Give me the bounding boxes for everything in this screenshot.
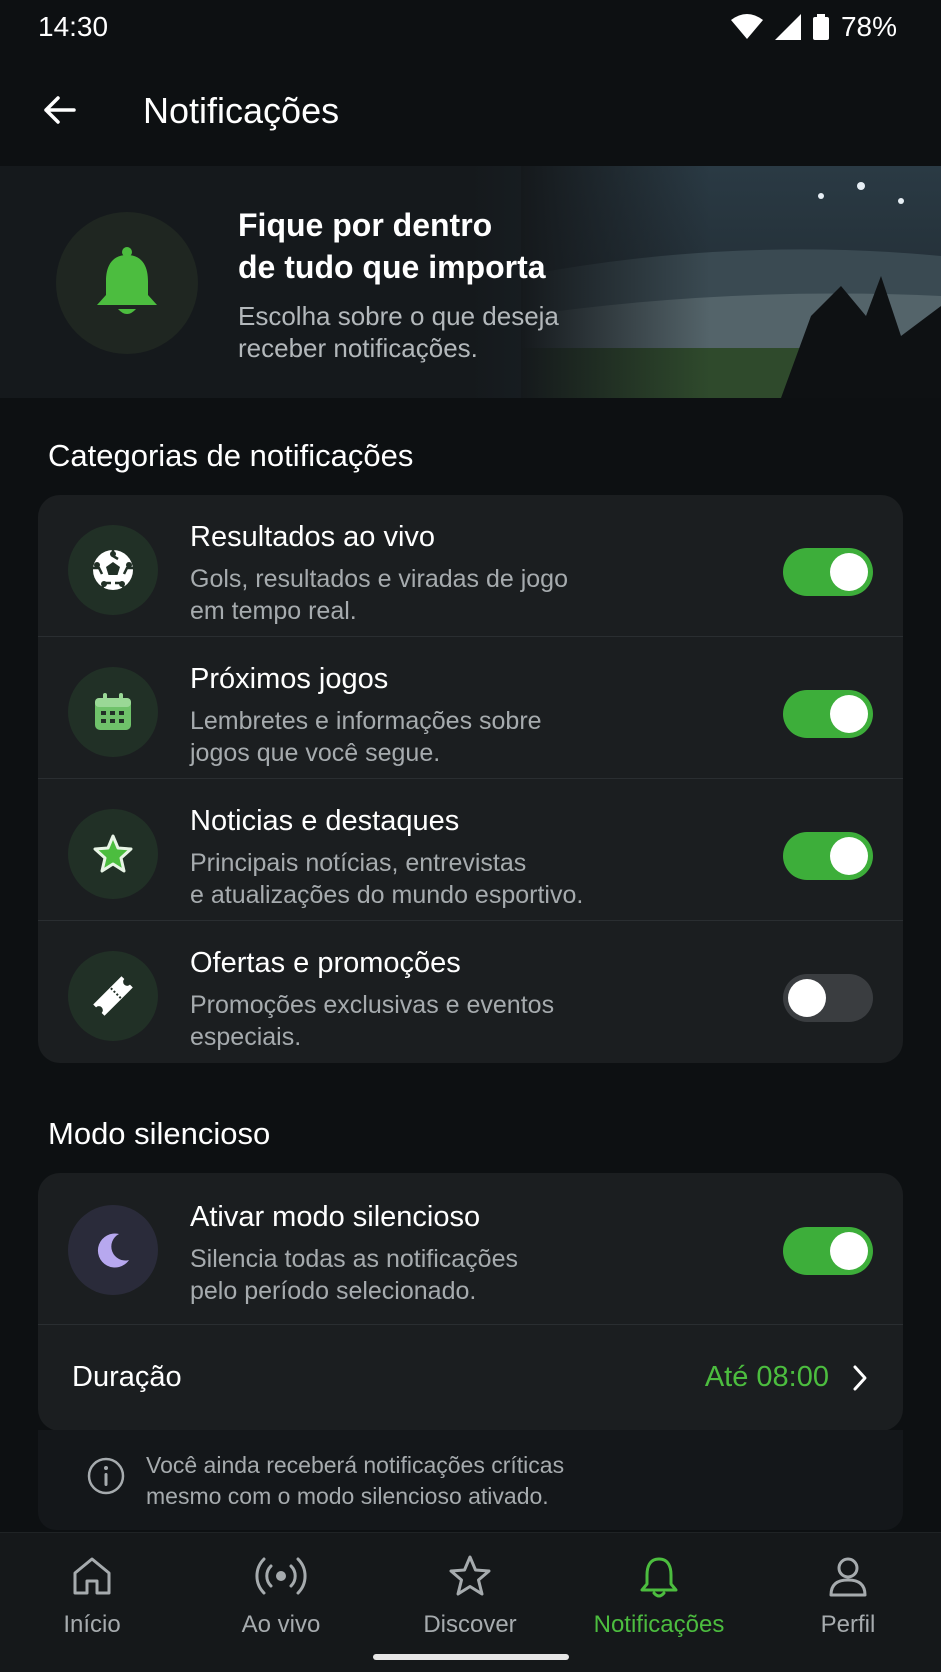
nav-label: Notificações xyxy=(593,1611,725,1638)
signal-icon xyxy=(774,14,801,40)
nav-item-discover[interactable]: Discover xyxy=(376,1547,564,1647)
live-icon xyxy=(255,1557,307,1595)
silent-mode-card: Ativar modo silencioso Silencia todas as… xyxy=(38,1173,903,1431)
categories-title: Categorias de notificações xyxy=(48,438,414,473)
hero-title-line2: de tudo que importa xyxy=(238,249,546,285)
category-desc-line1: Lembretes e informações sobre xyxy=(190,707,542,735)
page-title: Notificações xyxy=(143,90,340,131)
live-results-toggle[interactable] xyxy=(783,548,873,596)
category-desc-line1: Gols, resultados e viradas de jogo xyxy=(190,565,568,593)
category-desc-line2: e atualizações do mundo esportivo. xyxy=(190,881,584,909)
duration-row[interactable]: Duração Até 08:00 xyxy=(38,1325,903,1431)
chevron-right-icon xyxy=(853,1365,867,1391)
category-title: Resultados ao vivo xyxy=(190,521,436,553)
ticket-icon xyxy=(93,976,133,1016)
hero-bell-badge xyxy=(56,212,198,354)
status-bar: 14:30 78% xyxy=(0,0,941,54)
star-icon xyxy=(93,834,133,873)
silent-mode-title: Modo silencioso xyxy=(48,1116,271,1151)
hero-banner: Fique por dentro de tudo que importa Esc… xyxy=(0,166,941,398)
category-title: Ofertas e promoções xyxy=(190,947,461,979)
category-desc-line1: Promoções exclusivas e eventos xyxy=(190,991,555,1019)
back-button[interactable] xyxy=(38,88,82,132)
category-row-offers[interactable]: Ofertas e promoções Promoções exclusivas… xyxy=(38,921,903,1063)
nav-label: Perfil xyxy=(820,1611,876,1638)
hero-subtitle-line2: receber notificações. xyxy=(238,333,478,363)
bell-icon xyxy=(97,247,157,314)
moon-icon xyxy=(97,1233,129,1268)
nav-item-home[interactable]: Início xyxy=(0,1547,186,1647)
news-toggle[interactable] xyxy=(783,832,873,880)
category-title: Noticias e destaques xyxy=(190,805,460,837)
category-desc-line2: especiais. xyxy=(190,1023,302,1051)
wifi-icon xyxy=(730,14,763,40)
bottom-nav: Início Ao vivo Discover Notificações Per… xyxy=(0,1532,941,1672)
info-icon xyxy=(87,1457,125,1495)
arrow-left-icon xyxy=(44,96,76,124)
info-line2: mesmo com o modo silencioso ativado. xyxy=(146,1483,549,1509)
hero-subtitle-line1: Escolha sobre o que deseja xyxy=(238,301,559,331)
battery-level: 78% xyxy=(840,11,897,42)
info-line1: Você ainda receberá notificações crítica… xyxy=(146,1452,565,1478)
hero-title-line1: Fique por dentro xyxy=(238,207,493,243)
nav-label: Início xyxy=(63,1611,121,1638)
soccer-ball-icon xyxy=(93,550,133,590)
silent-mode-toggle-title: Ativar modo silencioso xyxy=(190,1201,481,1233)
bell-icon xyxy=(640,1557,678,1598)
home-icon xyxy=(73,1557,111,1595)
category-desc-line1: Principais notícias, entrevistas xyxy=(190,849,527,877)
app-bar: Notificações xyxy=(0,60,941,160)
category-desc-line2: em tempo real. xyxy=(190,597,357,625)
categories-card: Resultados ao vivo Gols, resultados e vi… xyxy=(38,495,903,1063)
battery-icon xyxy=(812,14,829,40)
nav-item-notifications[interactable]: Notificações xyxy=(565,1547,753,1647)
status-time: 14:30 xyxy=(38,11,109,42)
nav-label: Ao vivo xyxy=(241,1611,321,1638)
silent-mode-toggle[interactable] xyxy=(783,1227,873,1275)
nav-item-profile[interactable]: Perfil xyxy=(754,1547,941,1647)
duration-value: Até 08:00 xyxy=(704,1361,829,1393)
calendar-icon xyxy=(95,693,131,730)
star-outline-icon xyxy=(449,1555,491,1596)
category-row-upcoming-games[interactable]: Próximos jogos Lembretes e informações s… xyxy=(38,637,903,779)
category-desc-line2: jogos que você segue. xyxy=(190,739,441,767)
nav-label: Discover xyxy=(423,1611,517,1638)
info-note: Você ainda receberá notificações crítica… xyxy=(38,1430,903,1530)
home-indicator[interactable] xyxy=(373,1654,569,1660)
duration-label: Duração xyxy=(72,1361,182,1393)
category-row-news[interactable]: Noticias e destaques Principais notícias… xyxy=(38,779,903,921)
profile-icon xyxy=(829,1557,867,1597)
upcoming-games-toggle[interactable] xyxy=(783,690,873,738)
category-row-live-results[interactable]: Resultados ao vivo Gols, resultados e vi… xyxy=(38,495,903,637)
silent-mode-row[interactable]: Ativar modo silencioso Silencia todas as… xyxy=(38,1173,903,1325)
silent-mode-desc-line2: pelo período selecionado. xyxy=(190,1277,477,1305)
category-title: Próximos jogos xyxy=(190,663,389,695)
silent-mode-desc-line1: Silencia todas as notificações xyxy=(190,1245,518,1273)
offers-toggle[interactable] xyxy=(783,974,873,1022)
nav-item-live[interactable]: Ao vivo xyxy=(187,1547,375,1647)
